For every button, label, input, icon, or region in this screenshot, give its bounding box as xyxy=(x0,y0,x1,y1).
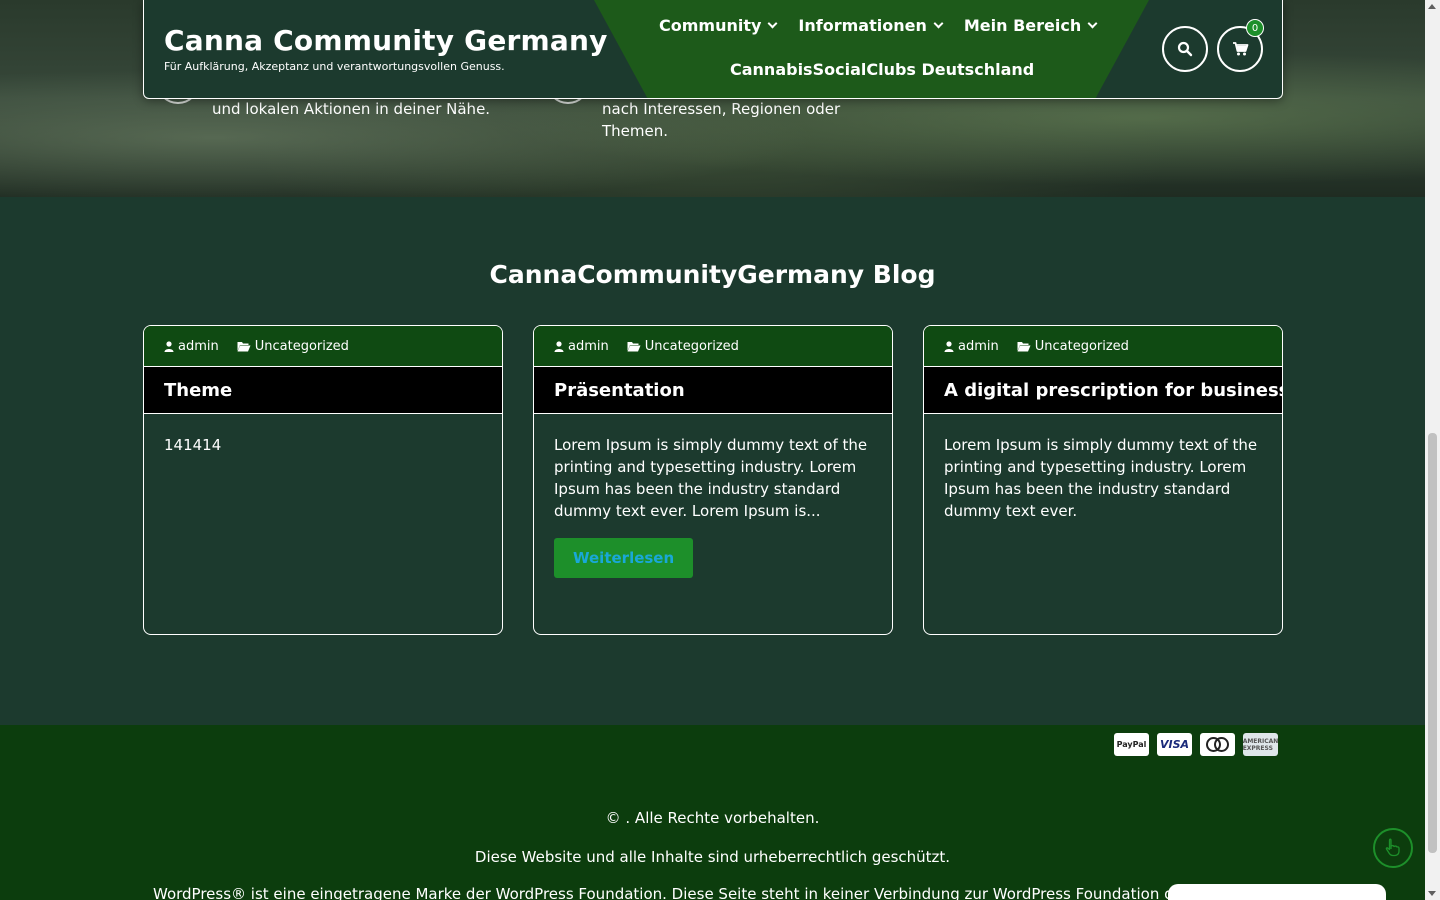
nav-item-label: Mein Bereich xyxy=(963,16,1082,35)
post-meta: admin Uncategorized xyxy=(144,326,502,366)
search-icon xyxy=(1177,41,1193,57)
post-meta: admin Uncategorized xyxy=(924,326,1282,366)
post-excerpt: Lorem Ipsum is simply dummy text of the … xyxy=(554,436,868,520)
cookie-banner-edge[interactable] xyxy=(1168,884,1386,900)
post-author[interactable]: admin xyxy=(944,339,999,354)
post-excerpt: 141414 xyxy=(164,436,222,454)
site-tagline: Für Aufklärung, Akzeptanz und verantwort… xyxy=(164,60,505,73)
blog-post-card: admin Uncategorized A digital prescripti… xyxy=(923,325,1283,635)
nav-item-informationen[interactable]: Informationen xyxy=(798,16,944,35)
hero-feature-text: nach Interessen, Regionen oder Themen. xyxy=(602,100,841,140)
post-author-name: admin xyxy=(568,338,609,354)
post-category-name: Uncategorized xyxy=(254,338,349,354)
footer-copyright: © . Alle Rechte vorbehalten. xyxy=(605,809,820,827)
post-meta: admin Uncategorized xyxy=(534,326,892,366)
cart-count-badge: 0 xyxy=(1246,19,1264,37)
payment-icons: PayPal VISA AMERICAN EXPRESS xyxy=(1114,733,1278,756)
nav-item-label: Informationen xyxy=(798,16,927,35)
page-scrollbar[interactable] xyxy=(1425,0,1440,900)
cart-button[interactable]: 0 xyxy=(1217,19,1264,72)
chevron-down-icon xyxy=(1087,18,1098,29)
chevron-down-icon xyxy=(933,18,944,29)
amex-icon: AMERICAN EXPRESS xyxy=(1243,733,1278,756)
post-category[interactable]: Uncategorized xyxy=(237,339,349,354)
user-icon xyxy=(164,340,174,352)
post-category-name: Uncategorized xyxy=(644,338,739,354)
blog-post-card: admin Uncategorized Theme 141414 xyxy=(143,325,503,635)
post-title[interactable]: A digital prescription for business xyxy=(924,366,1282,414)
site-title[interactable]: Canna Community Germany xyxy=(164,24,608,57)
folder-open-icon xyxy=(1017,341,1031,351)
scroll-down-icon[interactable] xyxy=(1428,891,1436,896)
post-author-name: admin xyxy=(178,338,219,354)
search-button[interactable] xyxy=(1162,26,1208,72)
post-author-name: admin xyxy=(958,338,999,354)
footer-copyright-notice: Diese Website und alle Inhalte sind urhe… xyxy=(474,848,951,866)
blog-post-card: admin Uncategorized Präsentation Lorem I… xyxy=(533,325,893,635)
folder-open-icon xyxy=(237,341,251,351)
post-title[interactable]: Theme xyxy=(144,366,502,414)
post-author[interactable]: admin xyxy=(554,339,609,354)
post-excerpt: Lorem Ipsum is simply dummy text of the … xyxy=(944,436,1258,520)
site-footer: PayPal VISA AMERICAN EXPRESS © . Alle Rec… xyxy=(0,725,1425,900)
nav-background xyxy=(594,0,1149,98)
footer-trademark-notice: WordPress® ist eine eingetragene Marke d… xyxy=(153,885,1214,900)
scrollbar-thumb[interactable] xyxy=(1428,433,1437,853)
post-category[interactable]: Uncategorized xyxy=(627,339,739,354)
post-author[interactable]: admin xyxy=(164,339,219,354)
nav-item-label: Community xyxy=(659,16,762,35)
folder-open-icon xyxy=(627,341,641,351)
user-icon xyxy=(944,340,954,352)
scroll-up-icon[interactable] xyxy=(1428,4,1436,9)
post-title[interactable]: Präsentation xyxy=(534,366,892,414)
hero-feature-text: und lokalen Aktionen in deiner Nähe. xyxy=(212,100,491,118)
visa-icon: VISA xyxy=(1157,733,1192,756)
blog-section-title: CannaCommunityGermany Blog xyxy=(489,260,936,289)
nav-item-social-clubs[interactable]: CannabisSocialClubs Deutschland xyxy=(730,60,1034,79)
accessibility-widget-button[interactable] xyxy=(1373,828,1413,868)
post-category-name: Uncategorized xyxy=(1034,338,1129,354)
post-category[interactable]: Uncategorized xyxy=(1017,339,1129,354)
main-nav: Community Informationen Mein Bereich xyxy=(659,16,1098,35)
nav-item-community[interactable]: Community xyxy=(659,16,778,35)
pointer-hand-icon xyxy=(1385,838,1400,857)
mastercard-icon xyxy=(1200,733,1235,756)
paypal-icon: PayPal xyxy=(1114,733,1149,756)
cart-icon xyxy=(1232,42,1248,56)
user-icon xyxy=(554,340,564,352)
nav-item-mein-bereich[interactable]: Mein Bereich xyxy=(963,16,1098,35)
site-header: Canna Community Germany Für Aufklärung, … xyxy=(143,0,1283,99)
chevron-down-icon xyxy=(767,18,778,29)
read-more-button[interactable]: Weiterlesen xyxy=(554,538,694,578)
